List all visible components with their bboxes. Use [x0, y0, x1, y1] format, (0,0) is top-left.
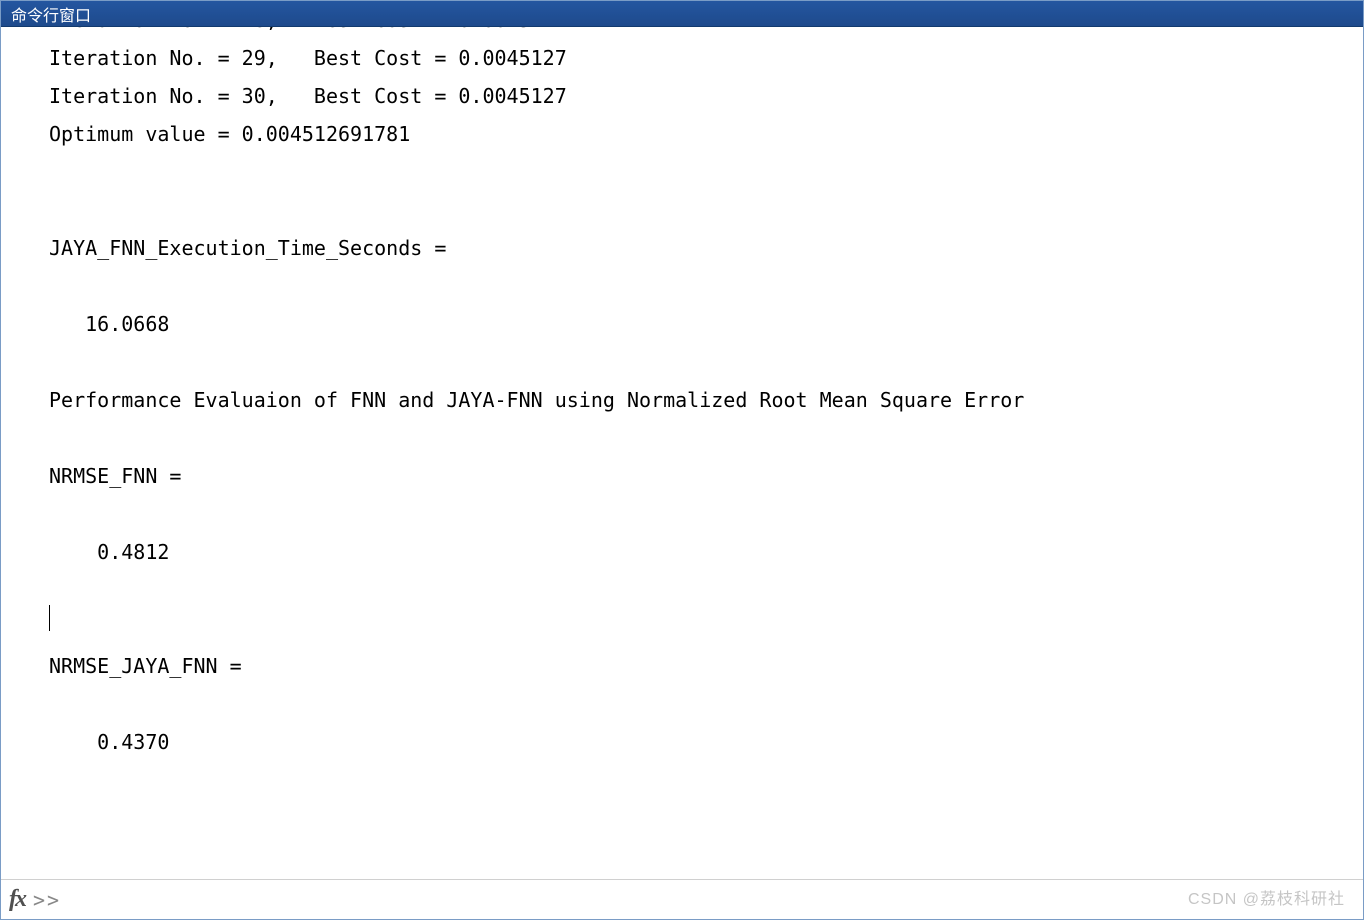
- output-line: JAYA_FNN_Execution_Time_Seconds =: [49, 236, 446, 260]
- title-bar: 命令行窗口: [1, 1, 1363, 27]
- output-line: NRMSE_JAYA_FNN =: [49, 654, 242, 678]
- output-value: 16.0668: [49, 312, 169, 336]
- output-value: 0.4812: [49, 540, 169, 564]
- window-title: 命令行窗口: [11, 2, 91, 26]
- output-value: 0.4370: [49, 730, 169, 754]
- prompt-chevrons: >>: [33, 888, 61, 912]
- console-output: Iteration No. = 28, Best Cost = 0.004512…: [1, 27, 1363, 761]
- console-output-area[interactable]: Iteration No. = 28, Best Cost = 0.004512…: [1, 27, 1363, 919]
- text-cursor: [49, 605, 50, 631]
- output-line: Iteration No. = 30, Best Cost = 0.004512…: [49, 84, 567, 108]
- command-window: 命令行窗口 Iteration No. = 28, Best Cost = 0.…: [0, 0, 1364, 920]
- command-prompt-row[interactable]: fx >>: [1, 879, 1363, 919]
- output-line: Iteration No. = 29, Best Cost = 0.004512…: [49, 46, 567, 70]
- output-line: NRMSE_FNN =: [49, 464, 181, 488]
- output-line: Optimum value = 0.004512691781: [49, 122, 410, 146]
- output-line: Iteration No. = 28, Best Cost = 0.004512…: [49, 27, 567, 32]
- fx-icon[interactable]: fx: [5, 886, 25, 913]
- output-line: Performance Evaluaion of FNN and JAYA-FN…: [49, 388, 1024, 412]
